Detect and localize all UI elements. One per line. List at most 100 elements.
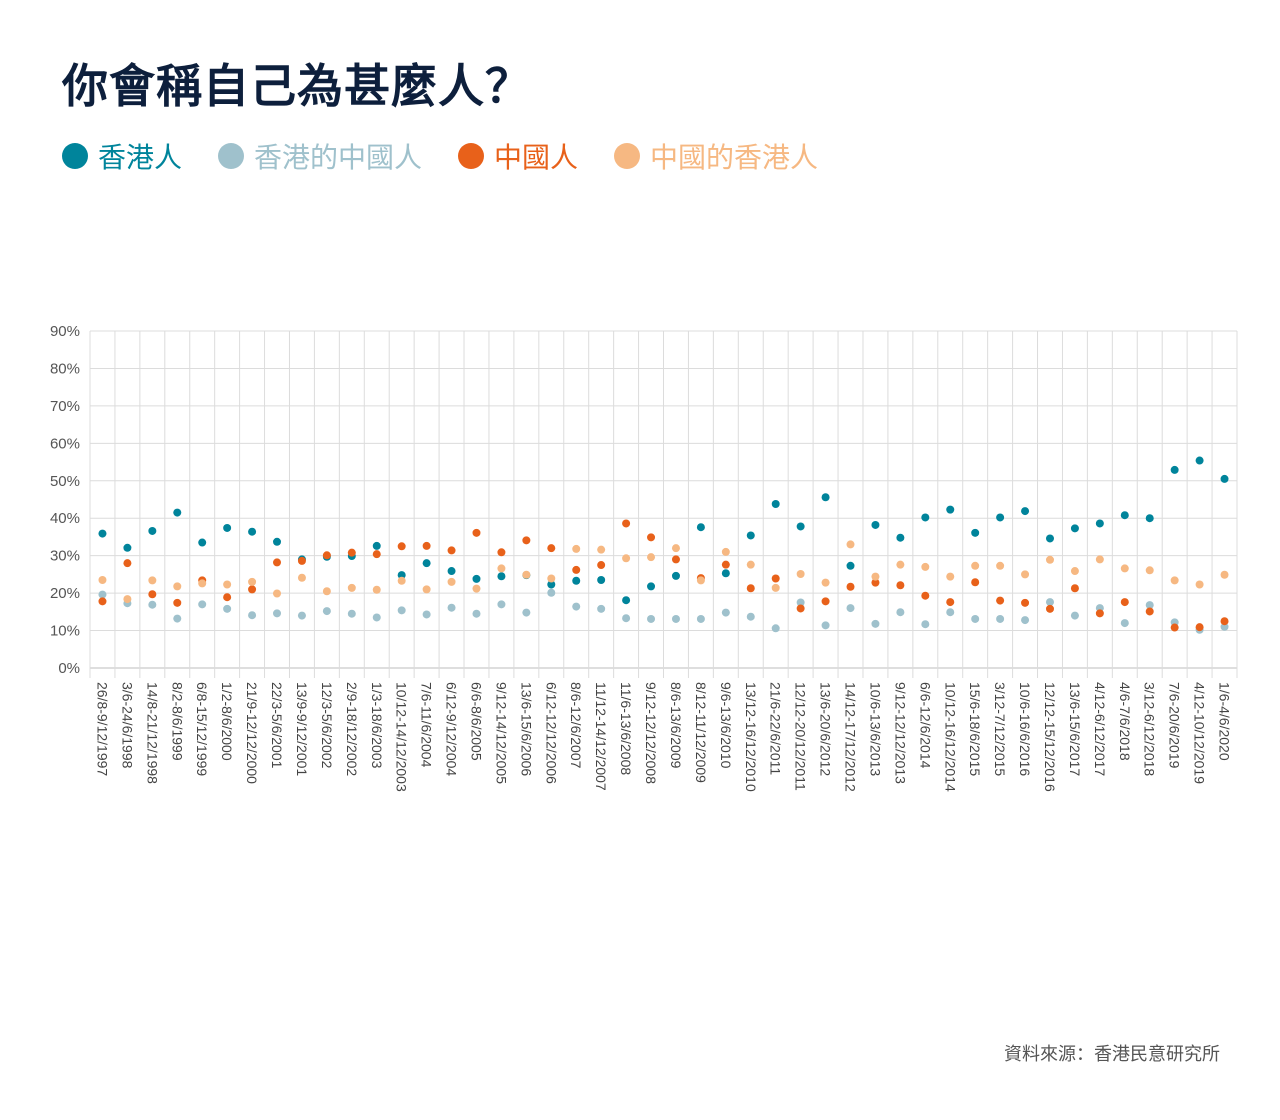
data-point-series-3 bbox=[946, 572, 955, 581]
data-point-series-0 bbox=[771, 499, 780, 508]
data-point-series-3 bbox=[123, 595, 132, 604]
data-point-series-1 bbox=[721, 608, 730, 617]
x-tick-label: 10/6-13/6/2013 bbox=[867, 682, 883, 776]
data-point-series-3 bbox=[447, 577, 456, 586]
data-point-series-3 bbox=[422, 585, 431, 594]
data-point-series-1 bbox=[322, 607, 331, 616]
data-point-series-3 bbox=[297, 573, 306, 582]
data-point-series-3 bbox=[497, 564, 506, 573]
data-point-series-0 bbox=[946, 505, 955, 514]
x-tick-label: 8/6-12/6/2007 bbox=[568, 682, 584, 769]
data-point-series-3 bbox=[1070, 567, 1079, 576]
x-tick-label: 13/6-15/6/2006 bbox=[518, 682, 534, 776]
data-point-series-1 bbox=[871, 619, 880, 628]
x-tick-label: 1/3-18/6/2003 bbox=[369, 682, 385, 769]
x-tick-label: 6/8-15/12/1999 bbox=[194, 682, 210, 776]
x-tick-label: 14/8-21/12/1998 bbox=[144, 682, 160, 784]
data-point-series-2 bbox=[746, 584, 755, 593]
data-point-series-2 bbox=[372, 550, 381, 559]
data-point-series-0 bbox=[1070, 524, 1079, 533]
gridlines bbox=[89, 330, 1238, 678]
x-tick-label: 3/12-6/12/2018 bbox=[1142, 682, 1158, 776]
x-tick-label: 7/6-11/6/2004 bbox=[419, 682, 435, 768]
data-point-series-0 bbox=[198, 538, 207, 547]
data-point-series-3 bbox=[273, 589, 282, 598]
data-point-series-2 bbox=[796, 604, 805, 613]
data-point-series-1 bbox=[173, 614, 182, 623]
data-point-series-0 bbox=[846, 561, 855, 570]
data-point-series-0 bbox=[622, 596, 631, 605]
data-point-series-3 bbox=[871, 572, 880, 581]
data-point-series-0 bbox=[1170, 465, 1179, 474]
data-point-series-1 bbox=[223, 604, 232, 613]
x-tick-label: 4/6-7/6/2018 bbox=[1117, 682, 1133, 761]
data-point-series-2 bbox=[273, 558, 282, 567]
x-tick-label: 8/12-11/12/2009 bbox=[693, 682, 709, 783]
x-tick-label: 14/12-17/12/2012 bbox=[843, 682, 859, 792]
data-point-series-3 bbox=[472, 584, 481, 593]
data-point-series-0 bbox=[1045, 534, 1054, 543]
x-tick-label: 13/12-16/12/2010 bbox=[743, 682, 759, 792]
data-point-series-3 bbox=[1195, 580, 1204, 589]
data-point-series-2 bbox=[98, 597, 107, 606]
data-point-series-0 bbox=[796, 522, 805, 531]
data-point-series-0 bbox=[1145, 514, 1154, 523]
y-tick-label: 70% bbox=[50, 398, 80, 415]
data-point-series-0 bbox=[372, 541, 381, 550]
data-point-series-1 bbox=[497, 600, 506, 609]
data-point-series-0 bbox=[148, 526, 157, 535]
data-point-series-3 bbox=[547, 574, 556, 583]
data-point-series-1 bbox=[597, 604, 606, 613]
data-point-series-3 bbox=[173, 582, 182, 591]
x-tick-label: 8/2-8/6/1999 bbox=[169, 682, 185, 761]
data-point-series-1 bbox=[846, 604, 855, 613]
data-point-series-3 bbox=[1170, 576, 1179, 585]
x-tick-label: 10/12-16/12/2014 bbox=[942, 682, 958, 792]
data-point-series-1 bbox=[522, 608, 531, 617]
data-point-series-0 bbox=[422, 559, 431, 568]
y-tick-label: 30% bbox=[50, 548, 80, 565]
x-tick-label: 1/6-4/6/2020 bbox=[1217, 682, 1233, 761]
data-point-series-2 bbox=[671, 555, 680, 564]
data-point-series-0 bbox=[223, 523, 232, 532]
y-tick-label: 50% bbox=[50, 473, 80, 490]
data-point-series-0 bbox=[273, 537, 282, 546]
data-point-series-2 bbox=[1120, 598, 1129, 607]
data-point-series-3 bbox=[1220, 570, 1229, 579]
data-point-series-2 bbox=[721, 560, 730, 569]
data-point-series-3 bbox=[597, 545, 606, 554]
data-point-series-3 bbox=[1021, 570, 1030, 579]
data-point-series-1 bbox=[297, 611, 306, 620]
data-point-series-3 bbox=[921, 562, 930, 571]
data-point-series-3 bbox=[746, 560, 755, 569]
data-point-series-1 bbox=[248, 611, 257, 620]
x-tick-label: 9/12-12/12/2008 bbox=[643, 682, 659, 784]
data-point-series-1 bbox=[1120, 619, 1129, 628]
data-point-series-2 bbox=[1170, 623, 1179, 632]
data-point-series-2 bbox=[422, 541, 431, 550]
data-point-series-0 bbox=[821, 493, 830, 502]
data-point-series-0 bbox=[572, 576, 581, 585]
data-point-series-2 bbox=[1220, 617, 1229, 626]
y-tick-label: 20% bbox=[50, 585, 80, 602]
data-point-series-2 bbox=[1070, 584, 1079, 593]
x-tick-label: 10/6-16/6/2016 bbox=[1017, 682, 1033, 776]
data-point-series-0 bbox=[1120, 511, 1129, 520]
data-point-series-1 bbox=[971, 614, 980, 623]
data-point-series-3 bbox=[896, 560, 905, 569]
data-point-series-0 bbox=[647, 582, 656, 591]
x-tick-label: 13/6-15/6/2017 bbox=[1067, 682, 1083, 776]
data-point-series-3 bbox=[322, 587, 331, 596]
data-point-series-0 bbox=[1021, 507, 1030, 516]
data-point-series-3 bbox=[572, 544, 581, 553]
data-point-series-2 bbox=[971, 578, 980, 587]
data-point-series-1 bbox=[671, 614, 680, 623]
data-point-series-1 bbox=[921, 620, 930, 629]
x-tick-label: 11/12-14/12/2007 bbox=[593, 682, 609, 791]
data-point-series-2 bbox=[896, 581, 905, 590]
data-point-series-3 bbox=[696, 576, 705, 585]
data-point-series-3 bbox=[971, 561, 980, 570]
data-point-series-2 bbox=[148, 590, 157, 599]
data-point-series-2 bbox=[472, 528, 481, 537]
x-tick-label: 1/2-8/6/2000 bbox=[219, 682, 235, 761]
